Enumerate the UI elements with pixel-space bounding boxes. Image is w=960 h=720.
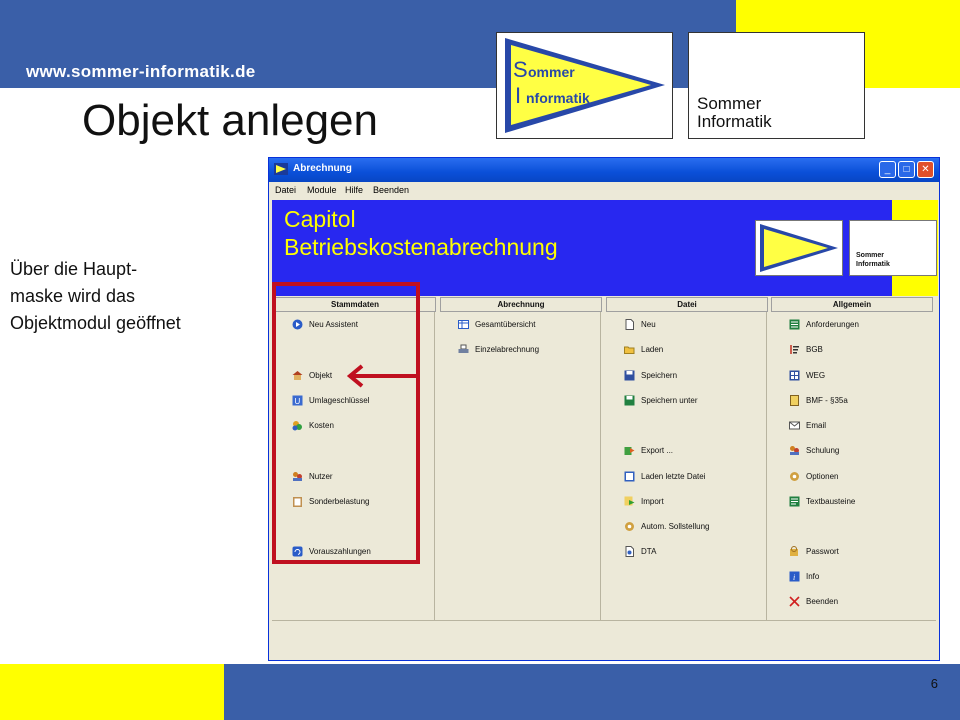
svg-text:i: i <box>793 573 795 582</box>
list-icon <box>789 319 800 330</box>
item-label: BGB <box>806 345 823 354</box>
table-icon <box>458 320 469 329</box>
pennant-letter-i: I <box>515 83 521 108</box>
caption-line: maske wird das <box>10 286 136 306</box>
save-as-icon <box>624 395 635 406</box>
column-header: Abrechnung <box>440 297 602 312</box>
arrow-annotation-icon <box>346 364 420 388</box>
gear-hand-icon <box>625 522 634 531</box>
item-label: Import <box>641 497 664 506</box>
caption-line: Über die Haupt- <box>10 259 138 279</box>
text-logo-line1: Sommer <box>697 94 762 113</box>
pennant-text-bottom: nformatik <box>526 90 590 106</box>
pennant-logo: S ommer I nformatik <box>496 32 673 139</box>
column-body: Anforderungen BGB WEG BMF - §35a Email S… <box>771 312 931 620</box>
key-icon <box>790 546 798 556</box>
banner-title-line1: Capitol <box>284 206 356 232</box>
close-button[interactable]: ✕ <box>917 161 934 178</box>
column-body: Gesamtübersicht Einzelabrechnung <box>440 312 601 620</box>
item-label: DTA <box>641 547 657 556</box>
envelope-icon <box>789 421 800 430</box>
website-url: www.sommer-informatik.de <box>26 62 256 81</box>
document-icon <box>790 395 799 406</box>
item-label: Export ... <box>641 446 674 455</box>
printer-icon <box>458 344 469 353</box>
recent-file-icon <box>624 471 635 482</box>
item-label: Einzelabrechnung <box>475 345 540 354</box>
column-allgemein: Allgemein Anforderungen BGB WEG BMF - §3… <box>771 297 933 621</box>
sort-icon <box>790 345 799 354</box>
item-label: Laden <box>641 345 664 354</box>
export-icon <box>624 447 635 455</box>
column-body: Neu Laden Speichern Speichern unter Expo… <box>606 312 767 620</box>
footer-band <box>224 664 960 720</box>
window-title: Abrechnung <box>293 163 352 174</box>
item-label: WEG <box>806 371 826 380</box>
banner-text-logo: Sommer Informatik <box>849 220 937 276</box>
highlight-frame <box>272 282 420 564</box>
page-number: 6 <box>930 676 938 691</box>
text-logo: Sommer Informatik <box>688 32 865 139</box>
save-icon <box>624 370 635 381</box>
dta-file-icon <box>625 546 634 557</box>
import-icon <box>624 496 635 506</box>
slide-title: Objekt anlegen <box>82 96 378 145</box>
item-label: Beenden <box>806 597 839 606</box>
item-label: Textbausteine <box>806 497 856 506</box>
menu-beenden[interactable]: Beenden <box>373 185 409 195</box>
pennant-text-top: ommer <box>528 64 575 80</box>
folder-open-icon <box>624 346 635 354</box>
window-titlebar[interactable]: Abrechnung _ □ ✕ <box>269 158 939 182</box>
info-icon: i <box>789 571 800 582</box>
item-label: Schulung <box>806 446 840 455</box>
item-label: Gesamtübersicht <box>475 320 536 329</box>
banner-pennant-logo <box>755 220 843 276</box>
menu-module[interactable]: Module <box>307 185 337 195</box>
column-abrechnung: Abrechnung Gesamtübersicht Einzelabrechn… <box>440 297 602 621</box>
banner-logo-line1: Sommer <box>856 252 885 259</box>
minimize-button[interactable]: _ <box>879 161 896 178</box>
new-file-icon <box>625 319 634 330</box>
footer-accent <box>0 664 224 720</box>
close-x-icon <box>789 596 800 607</box>
item-label: Email <box>806 421 827 430</box>
slide-caption: Über die Haupt- maske wird das Objektmod… <box>10 256 260 337</box>
text-logo-line2: Informatik <box>697 112 772 131</box>
gear-icon <box>790 472 799 481</box>
item-label: Laden letzte Datei <box>641 472 706 481</box>
banner-text-logo-label: Sommer Informatik <box>856 251 890 269</box>
text-logo-label: Sommer Informatik <box>697 95 772 131</box>
item-label: BMF - §35a <box>806 396 848 405</box>
item-label: Autom. Sollstellung <box>641 522 710 531</box>
item-label: Optionen <box>806 472 839 481</box>
column-header: Allgemein <box>771 297 933 312</box>
pennant-letter-s: S <box>513 57 528 82</box>
app-icon <box>274 163 288 175</box>
status-bar <box>272 620 936 659</box>
menu-hilfe[interactable]: Hilfe <box>345 185 363 195</box>
column-datei: Datei Neu Laden Speichern Speichern unte… <box>606 297 768 621</box>
item-label: Speichern <box>641 371 678 380</box>
banner-pennant-graphic <box>760 224 838 272</box>
people-icon <box>790 446 799 455</box>
item-label: Info <box>806 572 820 581</box>
item-label: Speichern unter <box>641 396 698 405</box>
grid-icon <box>789 370 800 381</box>
item-label: Passwort <box>806 547 839 556</box>
caption-line: Objektmodul geöffnet <box>10 313 181 333</box>
item-label: Neu <box>641 320 656 329</box>
item-label: Anforderungen <box>806 320 859 329</box>
banner-title-line2: Betriebskostenabrechnung <box>284 234 558 260</box>
pennant-logo-graphic: S ommer I nformatik <box>505 38 665 133</box>
column-header: Datei <box>606 297 768 312</box>
text-block-icon <box>789 496 800 507</box>
banner-logo-line2: Informatik <box>856 261 890 268</box>
menu-datei[interactable]: Datei <box>275 185 296 195</box>
menu-bar: Datei Module Hilfe Beenden <box>269 182 939 198</box>
maximize-button[interactable]: □ <box>898 161 915 178</box>
